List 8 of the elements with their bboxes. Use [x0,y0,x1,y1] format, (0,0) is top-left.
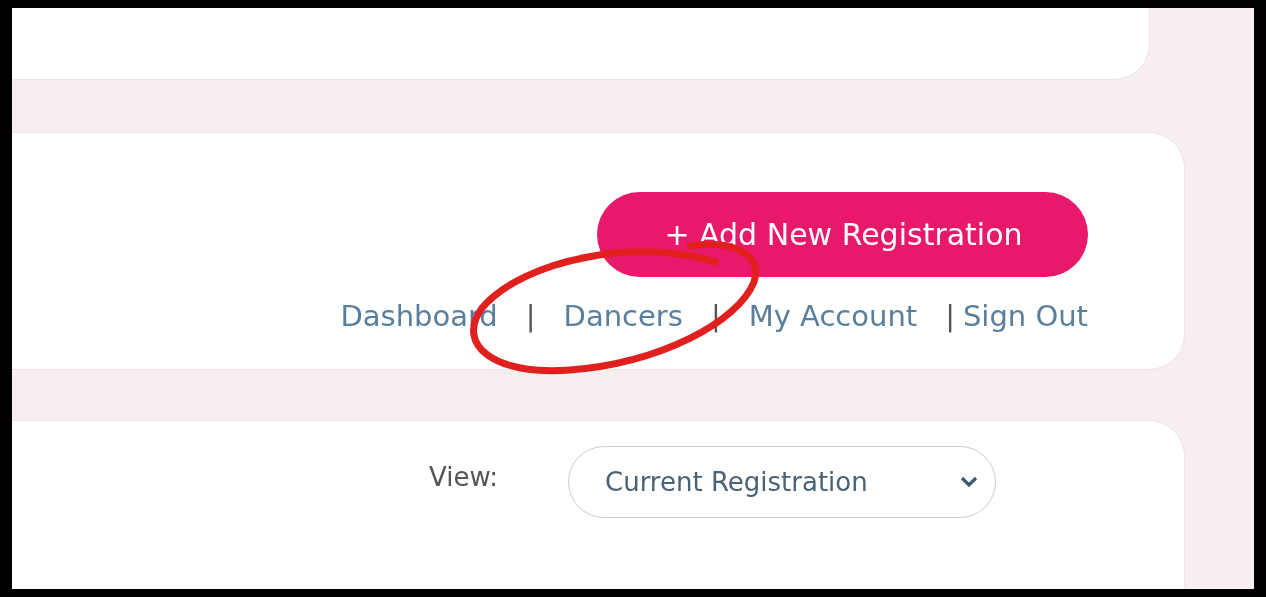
nav-link[interactable]: Dancers [563,299,683,333]
nav-separator: | [945,299,955,333]
nav-separator: | [525,299,536,333]
chevron-down-icon [959,475,979,489]
view-dropdown[interactable]: Current Registration [568,446,996,518]
nav-link[interactable]: Sign Out [962,299,1088,333]
nav-link[interactable]: My Account [748,299,918,333]
view-label: View: [428,462,498,492]
